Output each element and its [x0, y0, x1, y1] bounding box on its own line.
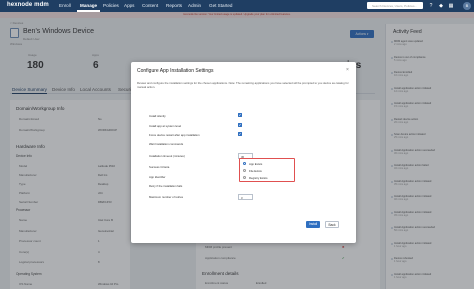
setting-number-input[interactable]: 3: [238, 193, 253, 200]
configure-app-installation-dialog: Configure App Installation Settings × Re…: [131, 62, 356, 243]
setting-label: Installation timeout (minutes): [149, 154, 185, 158]
nav-item-reports[interactable]: Reports: [166, 3, 182, 8]
top-navigation-bar: hexnode mdm Enroll Manage Policies Apps …: [0, 0, 474, 12]
global-search-input[interactable]: Search Devices, Users, Policies...: [367, 2, 423, 9]
dialog-description: Review and configure the installation se…: [137, 81, 349, 89]
nav-item-content[interactable]: Content: [142, 3, 158, 8]
setting-label: Maximum number of retries: [149, 195, 184, 199]
nav-item-policies[interactable]: Policies: [103, 3, 119, 8]
setting-label: Retry if the installation fails: [149, 184, 183, 188]
close-icon[interactable]: ×: [346, 67, 349, 73]
setting-checkbox[interactable]: ✔: [238, 123, 242, 128]
radio-app-exists[interactable]: [243, 162, 246, 165]
install-button[interactable]: Install: [306, 221, 320, 228]
setting-checkbox[interactable]: ✔: [238, 132, 242, 137]
radio-file-exists[interactable]: [243, 169, 246, 172]
nav-item-apps[interactable]: Apps: [124, 3, 134, 8]
radio-label-app-exists[interactable]: App Exists: [249, 162, 262, 166]
nav-item-get-started[interactable]: Get Started: [209, 3, 233, 8]
nav-item-admin[interactable]: Admin: [188, 3, 201, 8]
setting-label: Wait Installation commands: [149, 142, 184, 146]
setting-label: App Identifier: [149, 175, 166, 179]
dialog-title: Configure App Installation Settings: [137, 68, 214, 74]
notification-bell-icon[interactable]: ◆: [437, 2, 445, 10]
setting-label: Install silently: [149, 114, 166, 118]
radio-registry-exists[interactable]: [243, 176, 246, 179]
radio-label-file-exists[interactable]: File Exists: [249, 169, 262, 173]
setting-label: Force device restart after app installat…: [149, 133, 200, 137]
setting-checkbox[interactable]: ✔: [238, 113, 242, 118]
setting-label: Success Criteria: [149, 165, 170, 169]
nav-item-enroll[interactable]: Enroll: [59, 3, 71, 8]
user-avatar[interactable]: B: [463, 2, 471, 10]
apps-grid-icon[interactable]: ▦: [447, 2, 455, 10]
success-criteria-options: App Exists File Exists Registry Exists: [239, 158, 295, 182]
radio-label-registry-exists[interactable]: Registry Exists: [249, 176, 268, 180]
help-icon[interactable]: ?: [427, 2, 435, 10]
setting-label: Install app at system level: [149, 124, 182, 128]
nav-item-manage[interactable]: Manage: [76, 3, 101, 12]
back-button[interactable]: Back: [325, 221, 339, 228]
brand-logo[interactable]: hexnode mdm: [7, 2, 49, 8]
